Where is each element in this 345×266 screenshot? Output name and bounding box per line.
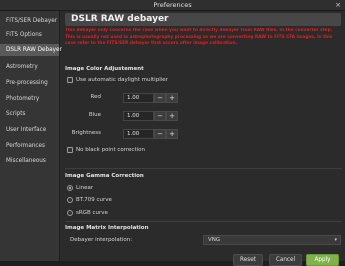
- sidebar-item-photometry[interactable]: Photometry: [0, 93, 59, 105]
- gamma-correction-title: Image Gamma Correction: [65, 173, 144, 179]
- gamma-bt709-radio[interactable]: [67, 197, 73, 203]
- red-value[interactable]: 1.00: [123, 93, 154, 103]
- blue-label: Blue: [88, 112, 101, 118]
- brightness-increment-button[interactable]: +: [166, 129, 178, 139]
- sidebar-item-scripts[interactable]: Scripts: [0, 108, 59, 120]
- chevron-down-icon: ▾: [334, 237, 337, 243]
- interpolation-select[interactable]: VNG ▾: [203, 235, 341, 245]
- black-point-label: No black point correction: [76, 147, 145, 153]
- page-title: DSLR RAW debayer: [71, 14, 169, 24]
- sidebar: FITS/SER Debayer FITS Options DSLR RAW D…: [0, 11, 62, 261]
- gamma-srgb-radio[interactable]: [67, 210, 73, 216]
- close-icon[interactable]: ×: [335, 1, 341, 9]
- sidebar-item-fits-ser-debayer[interactable]: FITS/SER Debayer: [0, 15, 59, 27]
- red-decrement-button[interactable]: −: [154, 93, 166, 103]
- reset-button[interactable]: Reset: [233, 254, 263, 266]
- sidebar-item-user-interface[interactable]: User Interface: [0, 124, 59, 136]
- red-increment-button[interactable]: +: [166, 93, 178, 103]
- interpolation-value: VNG: [208, 237, 221, 243]
- window-title: Preferences: [153, 1, 192, 9]
- gamma-bt709-label: BT.709 curve: [76, 197, 112, 203]
- section-divider: [65, 168, 342, 169]
- brightness-decrement-button[interactable]: −: [154, 129, 166, 139]
- page-header: DSLR RAW debayer: [65, 13, 341, 26]
- apply-button[interactable]: Apply: [306, 254, 339, 266]
- brightness-label: Brightness: [71, 130, 101, 136]
- daylight-multiplier-label: Use automatic daylight multiplier: [76, 77, 168, 83]
- warning-text: This debayer only concerns the case when…: [65, 28, 333, 46]
- cancel-button[interactable]: Cancel: [269, 254, 302, 266]
- preferences-window: Preferences × FITS/SER Debayer FITS Opti…: [0, 0, 345, 266]
- black-point-checkbox[interactable]: [67, 147, 73, 153]
- gamma-linear-label: Linear: [76, 185, 94, 191]
- title-bar: Preferences ×: [0, 0, 345, 11]
- interpolation-title: Image Matrix Interpolation: [65, 225, 149, 231]
- sidebar-item-fits-options[interactable]: FITS Options: [0, 29, 59, 41]
- sidebar-item-astrometry[interactable]: Astrometry: [0, 61, 59, 73]
- gamma-linear-radio[interactable]: [67, 185, 73, 191]
- section-divider: [65, 221, 342, 222]
- preferences-content: DSLR RAW debayer This debayer only conce…: [60, 11, 345, 266]
- color-adjustment-title: Image Color Adjustement: [65, 66, 144, 72]
- interpolation-label: Debayer interpolation:: [70, 237, 133, 243]
- sidebar-item-pre-processing[interactable]: Pre-processing: [0, 77, 59, 89]
- blue-increment-button[interactable]: +: [166, 111, 178, 121]
- sidebar-item-performances[interactable]: Performances: [0, 140, 59, 152]
- sidebar-item-dslr-raw-debayer[interactable]: DSLR RAW Debayer: [0, 44, 62, 56]
- brightness-value[interactable]: 1.00: [123, 129, 154, 139]
- blue-value[interactable]: 1.00: [123, 111, 154, 121]
- sidebar-item-miscellaneous[interactable]: Miscellaneous: [0, 155, 59, 167]
- daylight-multiplier-checkbox[interactable]: [67, 77, 73, 83]
- gamma-srgb-label: sRGB curve: [76, 210, 108, 216]
- red-label: Red: [90, 94, 101, 100]
- blue-decrement-button[interactable]: −: [154, 111, 166, 121]
